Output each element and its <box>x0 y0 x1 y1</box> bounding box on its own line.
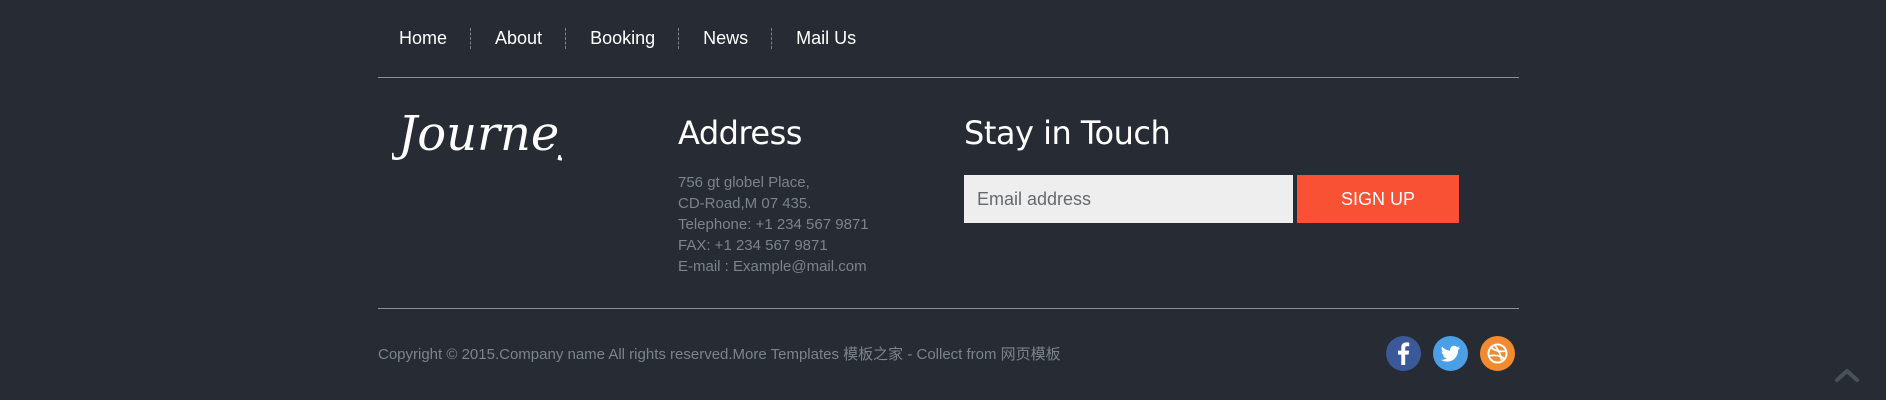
email-input[interactable] <box>964 175 1293 223</box>
stay-in-touch-column: Stay in Touch SIGN UP <box>964 113 1484 223</box>
address-street: 756 gt globel Place, <box>678 174 810 191</box>
nav-item-booking[interactable]: Booking <box>565 27 678 49</box>
logo-script-svg: Journey <box>389 106 587 162</box>
nav-item-mail-us[interactable]: Mail Us <box>771 27 879 49</box>
nav-item-news[interactable]: News <box>678 27 771 49</box>
signup-form: SIGN UP <box>964 175 1484 223</box>
journey-logo[interactable]: Journey <box>389 98 587 178</box>
address-heading: Address <box>678 114 802 152</box>
facebook-icon[interactable] <box>1386 336 1421 371</box>
dribbble-icon[interactable] <box>1480 336 1515 371</box>
copyright-text: Copyright © 2015.Company name All rights… <box>378 346 1061 363</box>
address-column: Address 756 gt globel Place, CD-Road,M 0… <box>678 113 938 277</box>
stay-in-touch-heading: Stay in Touch <box>964 114 1171 152</box>
social-links <box>1386 336 1515 371</box>
bottom-divider <box>378 308 1519 309</box>
signup-button[interactable]: SIGN UP <box>1297 175 1459 223</box>
address-road: CD-Road,M 07 435. <box>678 195 812 212</box>
twitter-icon[interactable] <box>1433 336 1468 371</box>
footer-nav: Home About Booking News Mail Us <box>378 18 879 58</box>
logo-text: Journey <box>392 106 562 162</box>
address-fax: FAX: +1 234 567 9871 <box>678 237 828 254</box>
nav-item-home[interactable]: Home <box>378 28 470 49</box>
address-telephone: Telephone: +1 234 567 9871 <box>678 216 869 233</box>
nav-item-about[interactable]: About <box>470 27 565 49</box>
top-divider <box>378 77 1519 78</box>
address-email: E-mail : Example@mail.com <box>678 258 867 275</box>
footer-section: Home About Booking News Mail Us Journey … <box>378 0 1519 400</box>
back-to-top-chevron-icon[interactable] <box>1834 366 1860 384</box>
address-lines: 756 gt globel Place, CD-Road,M 07 435. T… <box>678 172 938 277</box>
